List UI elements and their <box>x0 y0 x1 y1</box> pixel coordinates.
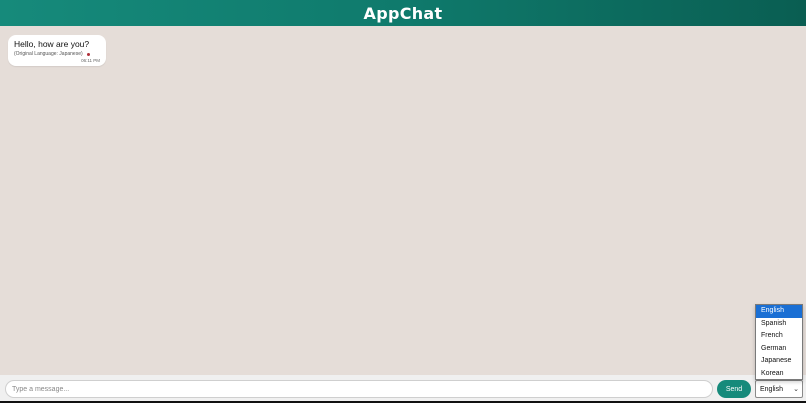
app-title: AppChat <box>363 3 443 23</box>
original-language-label: (Original Language: Japanese) <box>14 51 83 57</box>
send-button[interactable]: Send <box>717 380 751 398</box>
language-select-value: English <box>760 385 783 393</box>
language-select[interactable]: English ⌄ <box>755 380 803 398</box>
chevron-down-icon: ⌄ <box>793 386 799 393</box>
language-option-german[interactable]: German <box>756 343 802 356</box>
language-option-french[interactable]: French <box>756 330 802 343</box>
language-option-korean[interactable]: Korean <box>756 368 802 381</box>
language-dropdown[interactable]: English Spanish French German Japanese K… <box>755 304 803 380</box>
language-option-japanese[interactable]: Japanese <box>756 355 802 368</box>
original-language-row: (Original Language: Japanese) <box>14 51 100 57</box>
chat-area[interactable]: Hello, how are you? (Original Language: … <box>0 26 806 375</box>
language-option-english[interactable]: English <box>756 305 802 318</box>
composer-bar: Send English ⌄ <box>0 375 806 403</box>
dot-icon <box>86 52 90 56</box>
message-bubble[interactable]: Hello, how are you? (Original Language: … <box>8 35 106 66</box>
message-input[interactable] <box>5 380 713 398</box>
language-option-spanish[interactable]: Spanish <box>756 318 802 331</box>
message-timestamp: 06:11 PM <box>81 58 100 63</box>
app-header: AppChat <box>0 0 806 26</box>
message-text: Hello, how are you? <box>14 39 90 49</box>
